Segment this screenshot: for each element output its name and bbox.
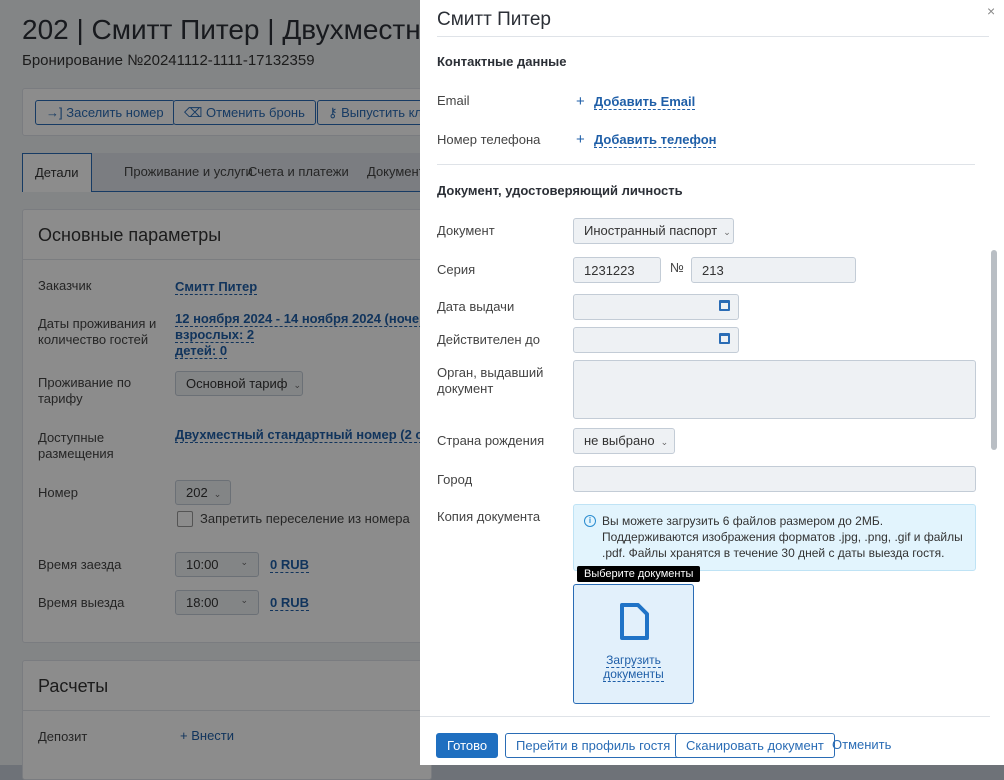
checkin-price[interactable]: 0 RUB (270, 557, 310, 573)
guest-panel: Смитт Питер × Контактные данные Email + … (420, 0, 1004, 765)
issuer-textarea[interactable] (573, 360, 976, 419)
customer-link[interactable]: Смитт Питер (175, 279, 258, 295)
issuer-label: Орган, выдавший документ (437, 365, 544, 396)
chevron-down-icon: ⌄ (660, 437, 669, 447)
scrollbar[interactable] (991, 40, 998, 712)
children-link[interactable]: детей: 0 (175, 343, 228, 359)
issue-date-input[interactable] (573, 294, 739, 320)
adults-link[interactable]: взрослых: 2 (175, 327, 255, 343)
upload-link-1[interactable]: Загрузить (606, 653, 661, 668)
section-title: Основные параметры (38, 225, 222, 245)
issue-date-label: Дата выдачи (437, 299, 515, 314)
scrollbar-thumb[interactable] (991, 250, 997, 450)
tab-payments[interactable]: Счета и платежи (236, 153, 361, 192)
copy-label: Копия документа (437, 509, 541, 524)
phone-label: Номер телефона (437, 132, 541, 147)
deposit-label: Депозит (38, 729, 88, 744)
doc-type-label: Документ (437, 223, 495, 238)
number-input[interactable]: 213 (691, 257, 856, 283)
valid-until-input[interactable] (573, 327, 739, 353)
chevron-down-icon: ⌄ (293, 380, 301, 390)
calendar-icon[interactable] (719, 333, 730, 344)
checkin-label: Время заезда (38, 557, 122, 572)
scan-document-button[interactable]: Сканировать документ (675, 733, 835, 758)
calc-title: Расчеты (38, 676, 109, 696)
cancel-button[interactable]: Отменить (822, 733, 901, 758)
checkin-select[interactable]: 10:00 ⌄ (175, 552, 259, 577)
checkout-price[interactable]: 0 RUB (270, 595, 310, 611)
deposit-button[interactable]: + Внести (180, 728, 234, 743)
add-email-link[interactable]: Добавить Email (594, 94, 696, 110)
no-move-label: Запретить переселение из номера (200, 511, 410, 526)
chevron-down-icon: ⌄ (240, 557, 248, 567)
number-sign: № (670, 260, 684, 275)
tabs: Детали Проживание и услуги Счета и плате… (22, 153, 434, 192)
customer-label: Заказчик (38, 278, 92, 293)
info-icon: i (584, 515, 596, 527)
placement-link[interactable]: Двухместный стандартный номер (2 осн. (175, 427, 442, 443)
booking-number: Бронирование №20241112-1111-17132359 (22, 52, 315, 69)
panel-title: Смитт Питер (437, 9, 551, 30)
close-icon[interactable]: × (987, 3, 995, 19)
checkout-select[interactable]: 18:00 ⌄ (175, 590, 259, 615)
tariff-label: Проживание по тарифу (38, 375, 132, 406)
tab-details[interactable]: Детали (22, 153, 92, 192)
add-phone-link[interactable]: Добавить телефон (594, 132, 717, 148)
calendar-icon[interactable] (719, 300, 730, 311)
email-label: Email (437, 93, 470, 108)
country-select[interactable]: не выбрано ⌄ (573, 428, 675, 454)
doc-type-select[interactable]: Иностранный паспорт ⌄ (573, 218, 734, 244)
placement-label: Доступные размещения (38, 430, 114, 461)
file-icon (620, 603, 649, 640)
chevron-down-icon: ⌄ (213, 489, 222, 499)
plus-icon: + (576, 93, 585, 110)
room-label: Номер (38, 485, 79, 500)
dates-label: Даты проживания и количество гостей (38, 316, 157, 347)
room-select[interactable]: 202 ⌄ (175, 480, 231, 505)
upload-info: i Вы можете загрузить 6 файлов размером … (573, 504, 976, 571)
valid-until-label: Действителен до (437, 332, 540, 347)
done-button[interactable]: Готово (436, 733, 499, 758)
no-move-checkbox[interactable] (177, 511, 193, 527)
chevron-down-icon: ⌄ (240, 595, 248, 605)
city-input[interactable] (573, 466, 976, 492)
main-params-card (22, 209, 432, 643)
tooltip: Выберите документы (577, 566, 701, 582)
country-label: Страна рождения (437, 433, 545, 448)
cancel-booking-button[interactable]: ⌫ Отменить бронь (173, 100, 316, 125)
checkout-label: Время выезда (38, 595, 125, 610)
contacts-heading: Контактные данные (437, 54, 567, 69)
upload-documents-button[interactable]: Загрузить документы (573, 584, 694, 704)
chevron-down-icon: ⌄ (723, 227, 731, 237)
upload-link-2[interactable]: документы (603, 667, 664, 682)
series-label: Серия (437, 262, 476, 277)
plus-icon: + (576, 131, 585, 148)
document-heading: Документ, удостоверяющий личность (437, 183, 683, 198)
series-input[interactable]: 1231223 (573, 257, 661, 283)
guest-profile-button[interactable]: Перейти в профиль гостя (505, 733, 682, 758)
city-label: Город (437, 472, 473, 487)
check-in-button[interactable]: →] Заселить номер (35, 100, 175, 125)
tariff-select[interactable]: Основной тариф ⌄ (175, 371, 303, 396)
dates-link[interactable]: 12 ноября 2024 - 14 ноября 2024 (ночей: … (175, 311, 447, 327)
